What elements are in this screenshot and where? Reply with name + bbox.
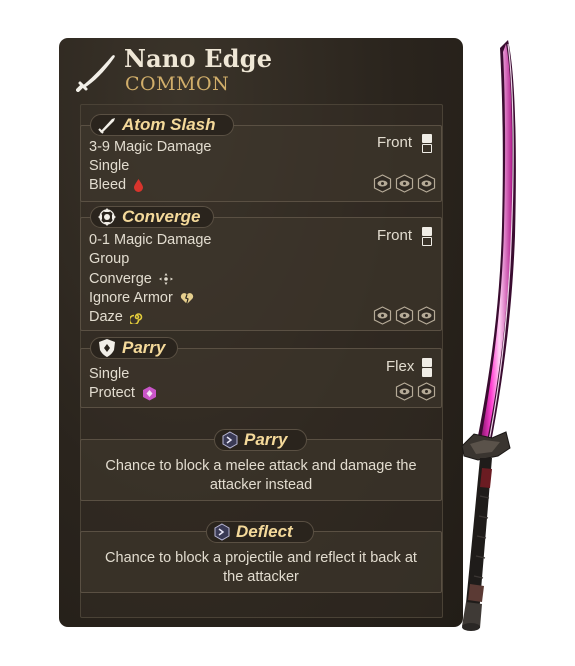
converge-icon — [158, 273, 173, 286]
passive-tab-deflect[interactable]: Deflect — [206, 521, 314, 543]
skill-position: Front — [377, 134, 413, 151]
target-icons — [373, 306, 436, 325]
shield-icon — [99, 339, 115, 357]
passive-description: Chance to block a projectile and reflect… — [105, 550, 417, 585]
sword-icon — [76, 55, 115, 92]
converge-icon — [98, 208, 116, 226]
skill-position: Front — [377, 227, 413, 244]
skill-line: Group — [89, 251, 130, 267]
skill-line: 3-9 Magic Damage — [89, 139, 212, 155]
protect-icon — [142, 386, 156, 401]
skill-name: Atom Slash — [122, 115, 216, 134]
position-slot-indicator — [422, 134, 432, 153]
skill-name: Converge — [122, 207, 201, 226]
target-icons — [373, 174, 436, 193]
katana-image — [461, 40, 516, 631]
target-icons — [395, 382, 436, 401]
slash-icon — [98, 118, 115, 134]
skill-line: Protect — [89, 385, 157, 401]
skill-line: Ignore Armor — [89, 290, 194, 306]
item-rarity: COMMON — [125, 73, 230, 95]
skill-line: 0-1 Magic Damage — [89, 232, 212, 248]
bleed-icon — [134, 179, 144, 193]
skill-line: Single — [89, 366, 130, 382]
broken-heart-icon — [180, 292, 194, 304]
status-label-bleed: Bleed — [89, 177, 127, 193]
skill-line: Bleed — [89, 177, 144, 193]
skill-tab-atom-slash[interactable]: Atom Slash — [90, 114, 234, 136]
position-slot-indicator — [422, 227, 432, 246]
skill-line: Single — [89, 158, 130, 174]
passive-name: Deflect — [236, 522, 293, 541]
skill-line: Daze — [89, 309, 144, 325]
skill-position: Flex — [386, 358, 415, 375]
passive-tab-parry[interactable]: Parry — [214, 429, 307, 451]
skill-name: Parry — [122, 338, 166, 357]
skill-line: Converge — [89, 271, 173, 287]
passive-description: Chance to block a melee attack and damag… — [105, 458, 417, 493]
daze-icon — [129, 313, 143, 325]
skill-tab-parry[interactable]: Parry — [90, 337, 178, 359]
status-label-ignore-armor: Ignore Armor — [89, 290, 173, 306]
passive-name: Parry — [244, 430, 288, 449]
position-slot-indicator — [422, 358, 432, 377]
cube-icon — [214, 523, 230, 541]
status-label-protect: Protect — [89, 385, 135, 401]
status-label-converge: Converge — [89, 271, 152, 287]
cube-icon — [222, 431, 238, 449]
item-name: Nano Edge — [124, 44, 273, 73]
status-label-daze: Daze — [89, 309, 123, 325]
skill-tab-converge[interactable]: Converge — [90, 206, 214, 228]
